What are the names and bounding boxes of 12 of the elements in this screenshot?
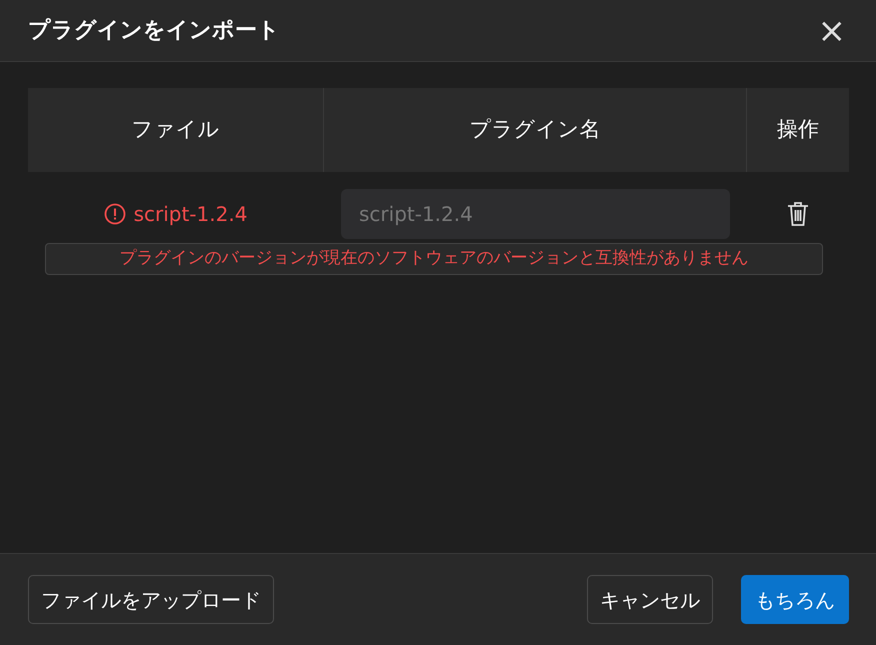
file-name: script-1.2.4 <box>134 201 248 228</box>
column-header: プラグイン名 <box>470 116 600 144</box>
close-button[interactable]: × <box>816 14 848 48</box>
ok-button[interactable]: もちろん <box>741 575 849 624</box>
column-header: 操作 <box>777 116 819 144</box>
error-message: プラグインのバージョンが現在のソフトウェアのバージョンと互換性がありません <box>45 243 823 274</box>
trash-icon <box>786 201 808 227</box>
delete-button[interactable] <box>786 201 808 227</box>
column-header: ファイル <box>132 116 220 144</box>
dialog-title: プラグインをインポート <box>28 17 280 45</box>
cancel-button[interactable]: キャンセル <box>587 575 713 624</box>
upload-button[interactable]: ファイルをアップロード <box>28 575 274 624</box>
